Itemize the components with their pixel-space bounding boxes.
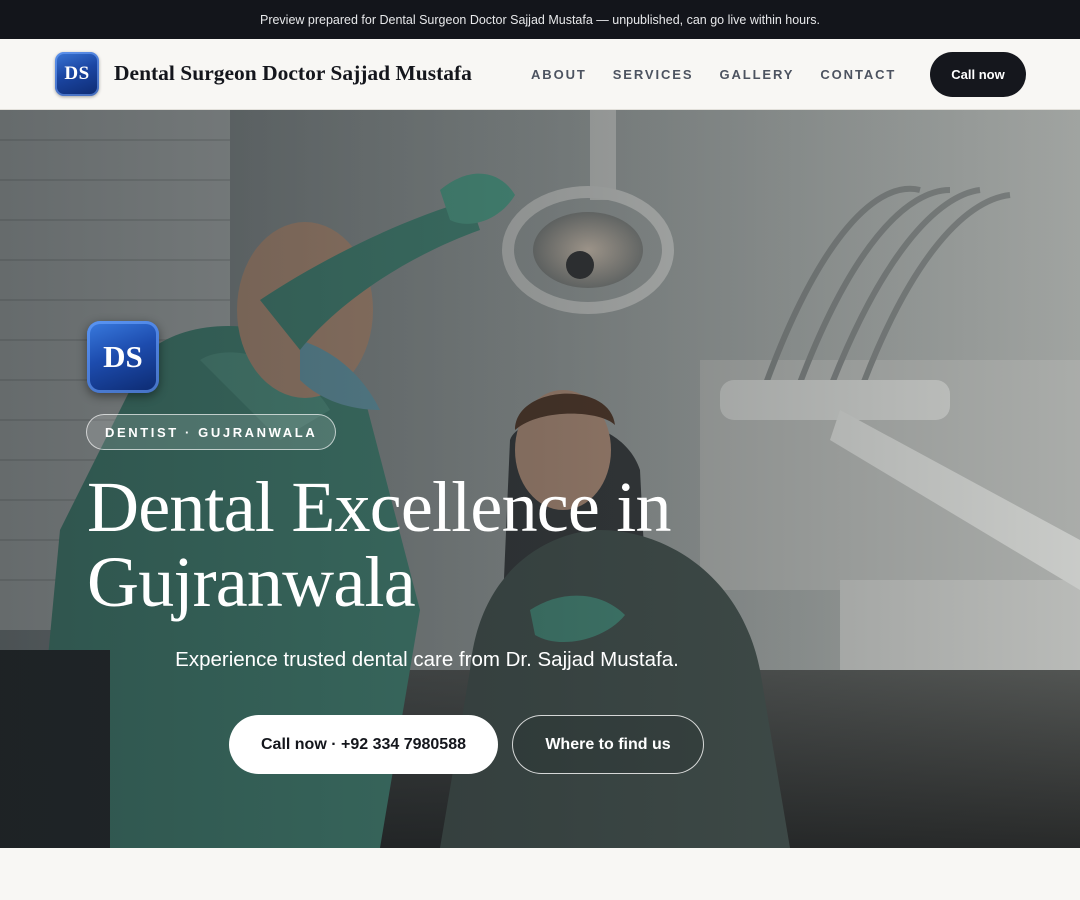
hero-eyebrow-badge: DENTIST · GUJRANWALA (86, 414, 337, 450)
hero-title-line-1: Dental Excellence in (87, 467, 672, 547)
brand-name[interactable]: Dental Surgeon Doctor Sajjad Mustafa (114, 61, 472, 86)
nav-link-about[interactable]: ABOUT (531, 67, 587, 82)
logo-initials: DS (64, 63, 90, 84)
nav-link-services[interactable]: SERVICES (613, 67, 694, 82)
hero-section: DS DENTIST · GUJRANWALA Dental Excellenc… (0, 110, 1080, 848)
nav-link-contact[interactable]: CONTACT (820, 67, 896, 82)
hero-title: Dental Excellence in Gujranwala (87, 470, 787, 620)
logo[interactable]: DS (55, 52, 99, 96)
hero-call-button[interactable]: Call now · +92 334 7980588 (229, 715, 498, 774)
hero-logo: DS (87, 321, 159, 393)
hero-title-line-2: Gujranwala (87, 542, 416, 622)
preview-banner: Preview prepared for Dental Surgeon Doct… (0, 0, 1080, 39)
site-header: DS Dental Surgeon Doctor Sajjad Mustafa … (0, 39, 1080, 110)
next-section (0, 848, 1080, 900)
main-nav: ABOUT SERVICES GALLERY CONTACT (531, 39, 922, 109)
nav-link-gallery[interactable]: GALLERY (719, 67, 794, 82)
call-now-button[interactable]: Call now (930, 52, 1026, 97)
hero-logo-initials: DS (103, 339, 143, 374)
hero-location-button[interactable]: Where to find us (512, 715, 704, 774)
hero-subtitle: Experience trusted dental care from Dr. … (175, 648, 679, 671)
preview-banner-text: Preview prepared for Dental Surgeon Doct… (259, 12, 821, 27)
